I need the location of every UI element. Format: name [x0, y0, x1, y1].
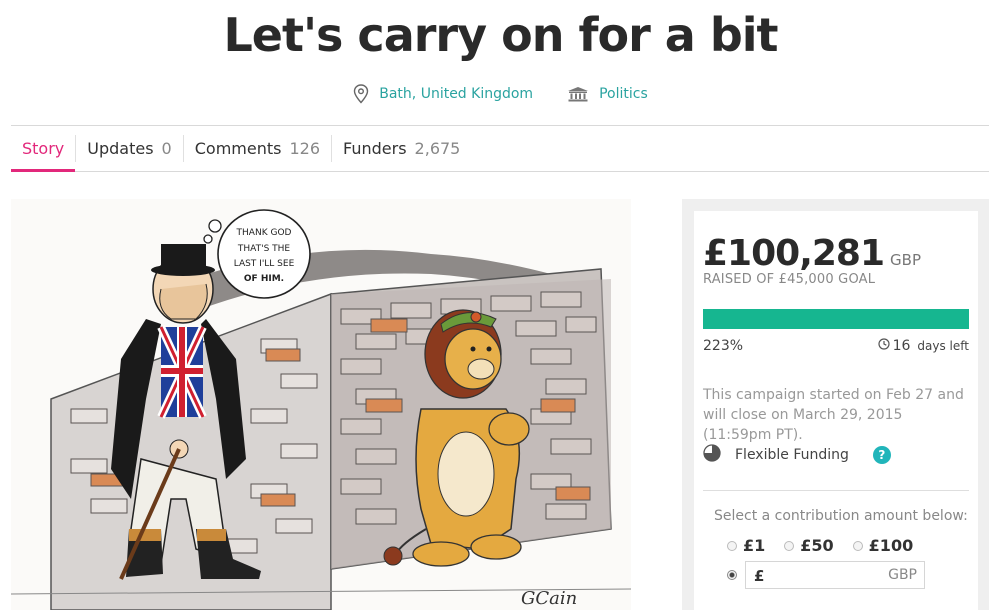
- category-link[interactable]: Politics: [567, 84, 648, 104]
- contribution-option-100[interactable]: £100: [852, 536, 914, 555]
- funding-panel: £100,281 GBP RAISED OF £45,000 GOAL 223%…: [682, 199, 989, 610]
- contribution-option-label: £50: [800, 536, 834, 555]
- campaign-meta: Bath, United Kingdom Politics: [0, 84, 1001, 104]
- thought-bubble-line-2: THAT'S THE: [237, 244, 291, 254]
- funding-type-row: Flexible Funding ?: [703, 444, 891, 466]
- amount-raised-row: £100,281 GBP: [703, 233, 921, 274]
- tab-funders-count: 2,675: [414, 139, 461, 158]
- contribution-options: £1 £50 £100: [727, 536, 913, 555]
- campaign-duration-text: This campaign started on Feb 27 and will…: [703, 387, 964, 443]
- artist-signature: GCain: [521, 588, 577, 609]
- location-text[interactable]: Bath, United Kingdom: [379, 86, 533, 102]
- custom-amount-currency: GBP: [888, 567, 917, 583]
- amount-raised: £100,281: [703, 233, 885, 274]
- funding-progress-bar: [703, 309, 969, 329]
- thought-bubble-line-1: THANK GOD: [236, 228, 292, 238]
- contribution-prompt: Select a contribution amount below:: [714, 508, 968, 524]
- location-link[interactable]: Bath, United Kingdom: [353, 84, 533, 104]
- location-pin-icon: [353, 84, 369, 104]
- contribution-option-label: £1: [743, 536, 766, 555]
- custom-amount-radio[interactable]: [727, 570, 737, 580]
- campaign-cartoon-image: THANK GOD THAT'S THE LAST I'LL SEE OF HI…: [11, 199, 631, 610]
- funding-type-label: Flexible Funding: [735, 447, 849, 463]
- help-icon[interactable]: ?: [872, 446, 891, 464]
- thought-bubble-line-4: OF HIM.: [244, 274, 284, 284]
- days-left-count: 16: [892, 338, 911, 354]
- amount-currency: GBP: [890, 251, 921, 269]
- institution-building-icon: [567, 86, 589, 102]
- clock-icon: [877, 338, 890, 354]
- tab-story[interactable]: Story: [11, 126, 76, 172]
- custom-amount-prefix: £: [754, 567, 765, 585]
- category-text[interactable]: Politics: [599, 86, 648, 102]
- funding-card: £100,281 GBP RAISED OF £45,000 GOAL 223%…: [694, 211, 978, 610]
- tab-updates-count: 0: [161, 139, 172, 158]
- days-left-label: days left: [917, 339, 969, 353]
- thought-bubble-line-3: LAST I'LL SEE: [234, 259, 295, 269]
- contribution-option-1[interactable]: £1: [727, 536, 765, 555]
- pie-chart-icon: [703, 444, 721, 466]
- contribution-option-label: £100: [868, 536, 914, 555]
- campaign-title: Let's carry on for a bit: [223, 8, 778, 62]
- tab-comments-label: Comments: [194, 139, 282, 158]
- tab-funders-label: Funders: [343, 139, 407, 158]
- contribution-option-50[interactable]: £50: [784, 536, 834, 555]
- custom-contribution-row: £ GBP: [727, 561, 925, 589]
- contribution-radio[interactable]: [784, 540, 795, 551]
- tab-story-label: Story: [22, 139, 65, 158]
- funding-percent: 223%: [703, 338, 744, 354]
- custom-amount-input[interactable]: £ GBP: [745, 561, 925, 589]
- tab-updates-label: Updates: [87, 139, 154, 158]
- funding-progress-fill: [703, 309, 969, 329]
- campaign-tabs: Story Updates 0 Comments 126 Funders 2,6…: [11, 125, 989, 172]
- tab-comments[interactable]: Comments 126: [184, 126, 331, 171]
- tab-funders[interactable]: Funders 2,675: [332, 126, 471, 171]
- tab-comments-count: 126: [289, 139, 321, 158]
- goal-label: RAISED OF £45,000 GOAL: [703, 272, 876, 287]
- panel-divider: [703, 490, 969, 491]
- tab-updates[interactable]: Updates 0: [76, 126, 182, 171]
- contribution-radio[interactable]: [727, 540, 737, 551]
- contribution-radio[interactable]: [852, 540, 863, 551]
- days-left: 16 days left: [877, 338, 969, 354]
